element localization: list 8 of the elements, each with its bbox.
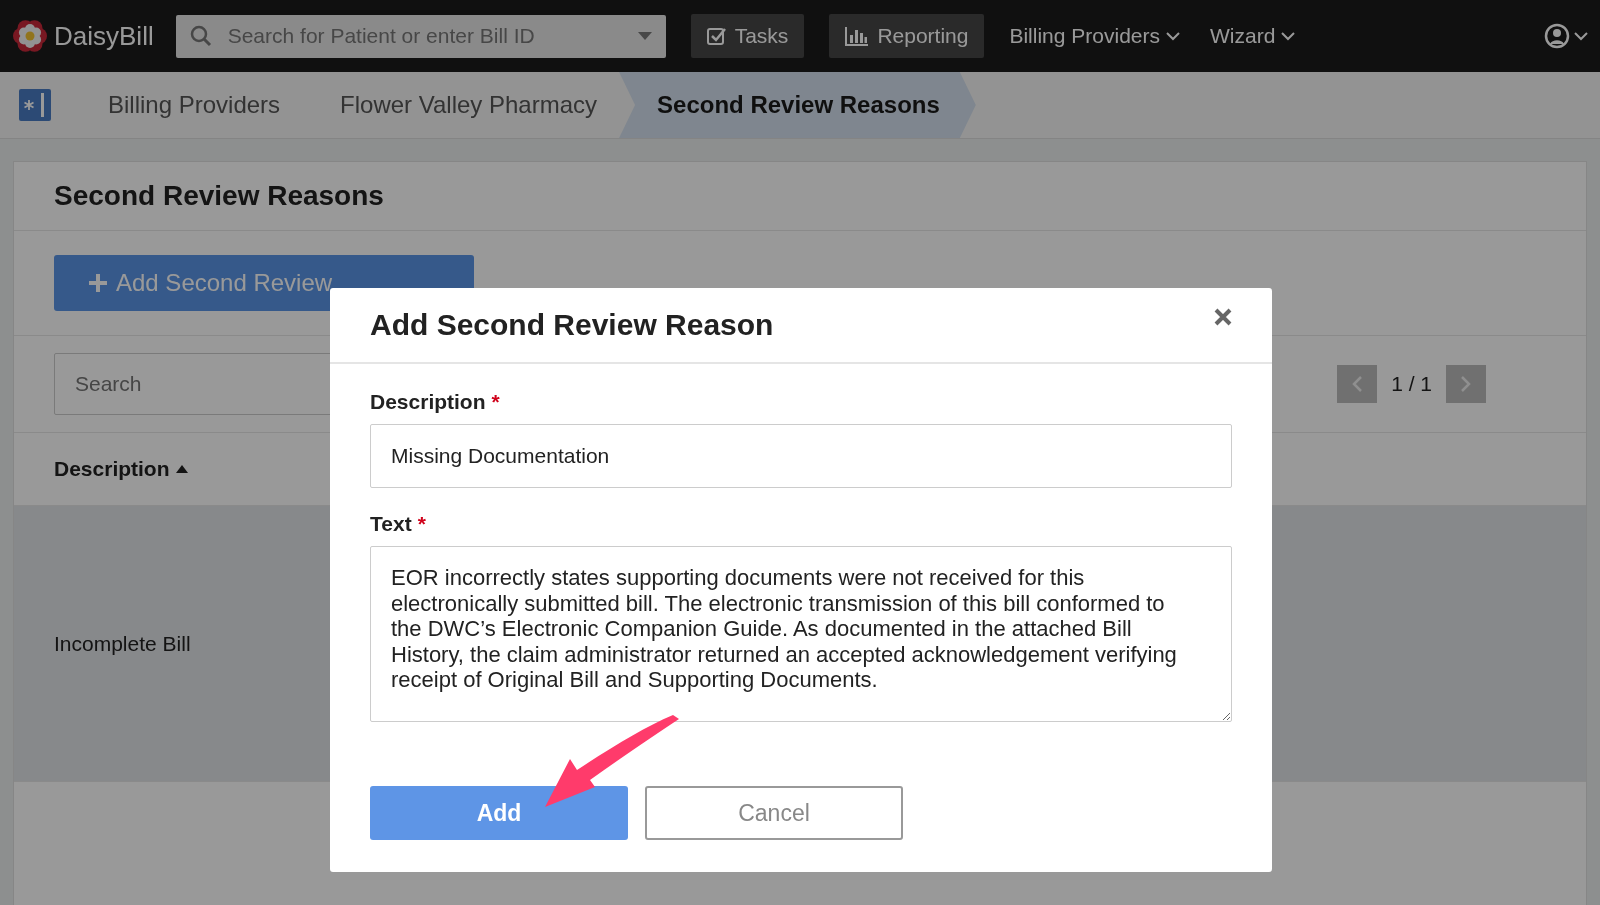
required-mark: * xyxy=(491,390,500,414)
modal-title: Add Second Review Reason xyxy=(370,308,775,342)
required-mark: * xyxy=(417,512,426,536)
field-label: Description xyxy=(370,390,486,414)
table-cell: Incomplete Bill xyxy=(54,631,191,656)
page-indicator: 1 / 1 xyxy=(1391,372,1432,396)
page-title: Second Review Reasons xyxy=(54,180,385,212)
field-label: Text xyxy=(370,512,412,536)
